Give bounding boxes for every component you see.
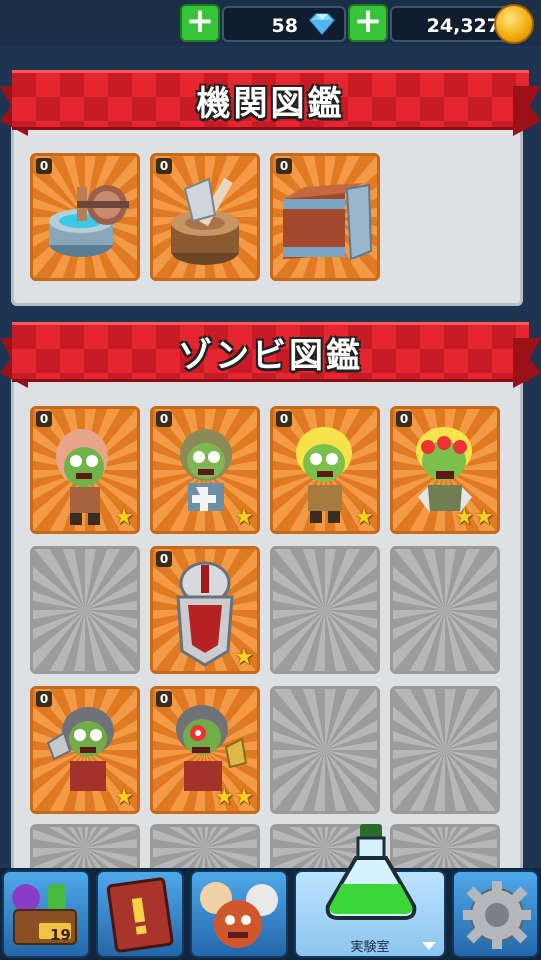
zombie-card-locked[interactable]	[150, 824, 260, 872]
machines-title: 機関図鑑	[196, 84, 345, 124]
gem-count: 58	[271, 15, 298, 37]
coin-count: 24,327	[426, 15, 500, 37]
star-rating: ★	[114, 505, 134, 530]
bottom-nav: 19 実験室	[0, 824, 541, 960]
nav-lab-button[interactable]: 実験室	[294, 824, 446, 958]
zombie-card-hooded[interactable]: 0 ★	[150, 406, 260, 534]
coin-counter: 24,327	[390, 4, 534, 44]
chevron-down-icon	[422, 942, 436, 950]
nav-shop-button[interactable]: 19	[2, 870, 90, 958]
zombie-card-chainmail-red-eye[interactable]: 0 ★★	[150, 686, 260, 814]
zombies-title: ゾンビ図鑑	[178, 336, 363, 376]
star-rating: ★	[354, 505, 374, 530]
zombie-card-locked[interactable]	[30, 546, 140, 674]
potion-flask-icon	[325, 824, 417, 920]
chest-count: 19	[50, 926, 71, 944]
coin-icon	[494, 4, 534, 44]
nav-book-button[interactable]	[96, 870, 184, 958]
zombie-card-eyes[interactable]: 0 ★★	[390, 406, 500, 534]
nav-settings-button[interactable]	[452, 870, 539, 958]
well-grinder-icon	[49, 185, 129, 258]
zombie-card-pink-hair[interactable]: 0 ★	[30, 406, 140, 534]
zombie-card-locked[interactable]	[390, 546, 500, 674]
axe-stump-icon	[171, 178, 239, 266]
nav-zombies-button[interactable]	[190, 870, 288, 958]
star-rating: ★	[234, 505, 254, 530]
zombie-card-chainmail[interactable]: 0 ★	[30, 686, 140, 814]
zombie-heads-icon	[200, 882, 278, 948]
add-gems-button[interactable]: +	[180, 4, 220, 42]
add-coins-button[interactable]: +	[348, 4, 388, 42]
star-rating: ★	[114, 785, 134, 810]
gem-counter: 58	[222, 6, 346, 42]
zombie-card-yellow-hair[interactable]: 0 ★	[270, 406, 380, 534]
zombies-ribbon: ゾンビ図鑑	[0, 316, 541, 388]
gear-icon	[463, 881, 531, 949]
star-rating: ★★	[214, 785, 254, 810]
wooden-crate-icon	[283, 183, 373, 261]
machine-card-well-grinder[interactable]: 0	[30, 153, 140, 281]
zombie-card-helmet-shield[interactable]: 0 ★	[150, 546, 260, 674]
machine-card-wooden-crate[interactable]: 0	[270, 153, 380, 281]
gem-icon	[308, 13, 336, 36]
currency-bar: + 58 + 24,327	[0, 0, 541, 46]
zombie-card-locked[interactable]	[270, 686, 380, 814]
book-icon	[106, 877, 174, 953]
treasure-chest-icon	[12, 884, 77, 945]
machine-card-axe-stump[interactable]: 0	[150, 153, 260, 281]
zombie-card-locked[interactable]	[270, 546, 380, 674]
star-rating: ★	[234, 645, 254, 670]
zombie-card-locked[interactable]	[390, 686, 500, 814]
machines-ribbon: 機関図鑑	[0, 64, 541, 136]
zombie-card-locked[interactable]	[30, 824, 140, 872]
star-rating: ★★	[454, 505, 494, 530]
